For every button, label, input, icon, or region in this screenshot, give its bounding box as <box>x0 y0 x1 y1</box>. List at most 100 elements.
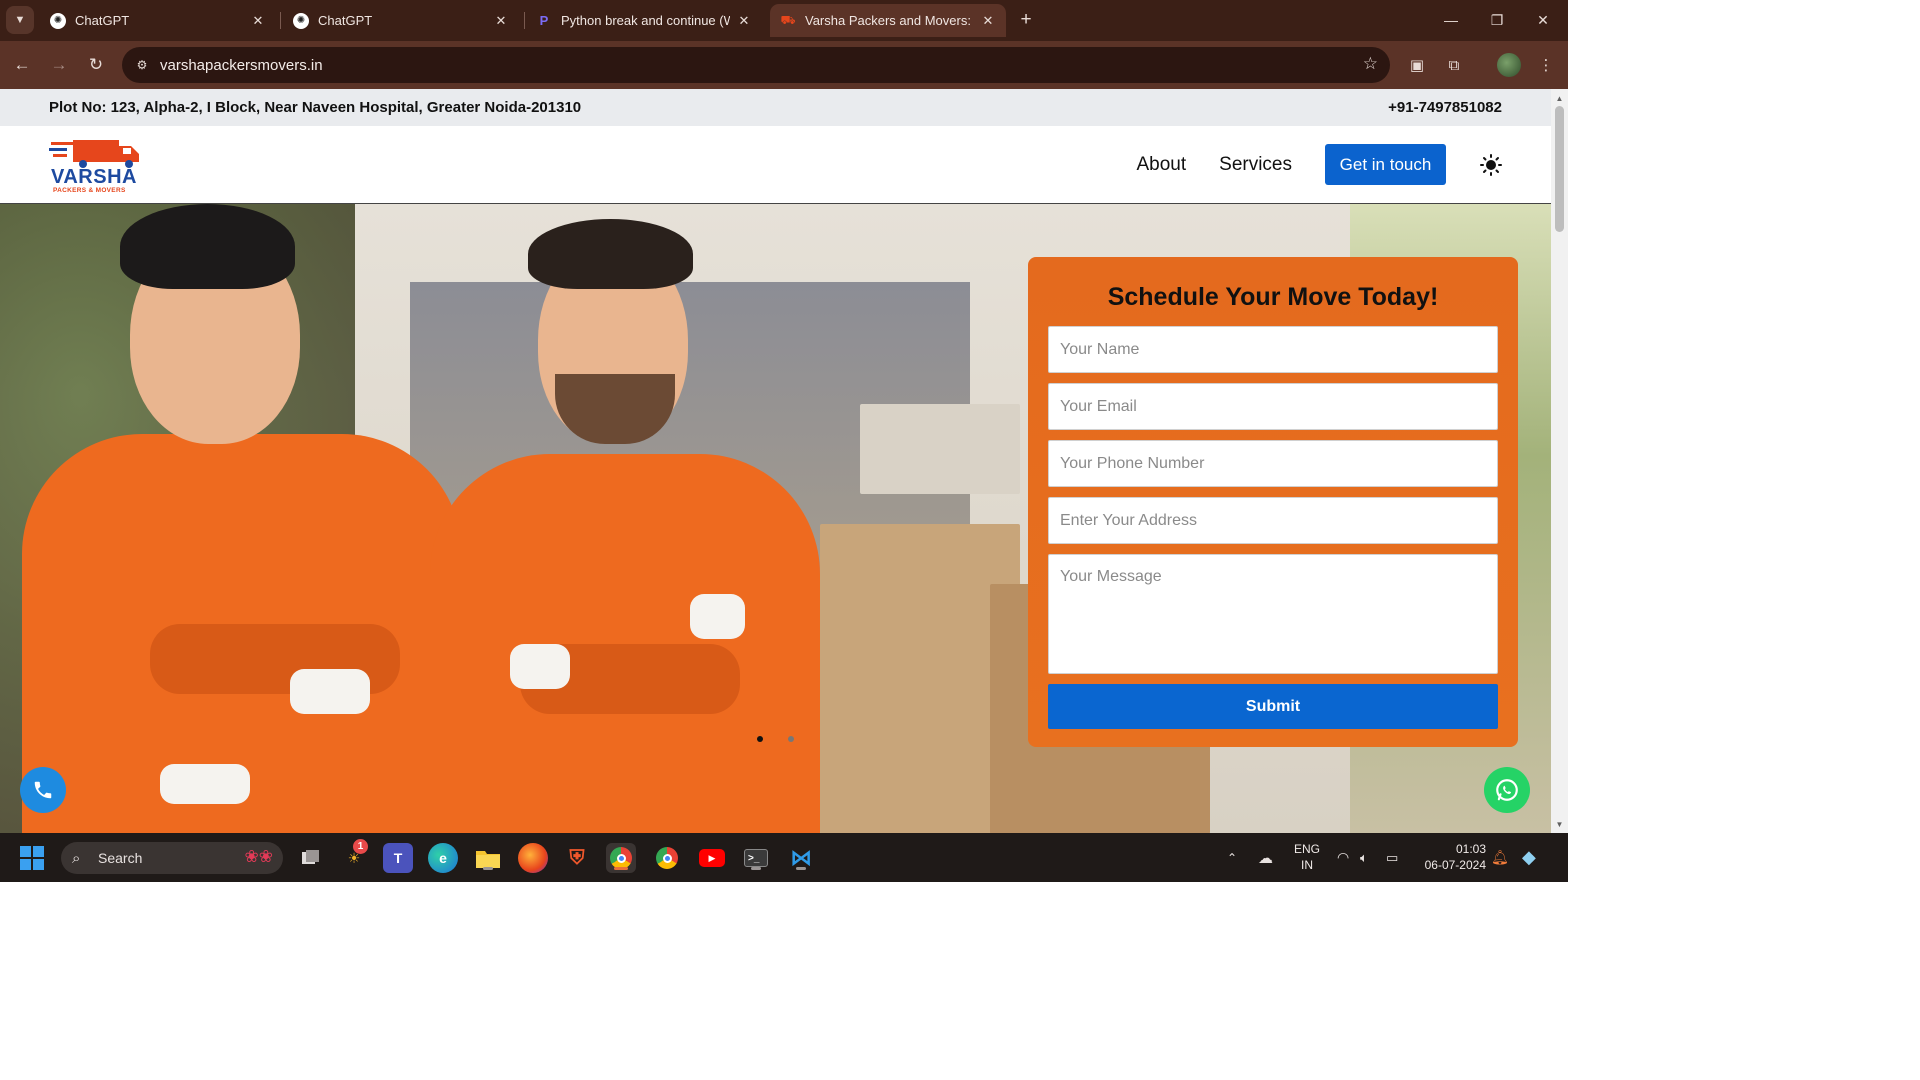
message-textarea[interactable] <box>1048 554 1498 674</box>
web-page: Plot No: 123, Alpha-2, I Block, Near Nav… <box>0 89 1551 833</box>
moving-truck-logo-icon <box>49 140 139 168</box>
notification-bell-icon[interactable]: 🔔︎ <box>1491 833 1509 882</box>
terminal-icon[interactable]: >_ <box>741 843 771 873</box>
close-tab-icon[interactable]: ✕ <box>493 13 509 29</box>
region-code: IN <box>1301 858 1313 872</box>
youtube-icon[interactable]: ▶ <box>697 843 727 873</box>
side-panel-icon[interactable]: ▣ <box>1405 53 1429 77</box>
phone-icon <box>34 781 52 799</box>
tab-search-chevron-icon[interactable]: ▼ <box>6 6 34 34</box>
carousel-dot-1[interactable] <box>757 736 763 742</box>
call-button[interactable] <box>20 767 66 813</box>
main-nav: About Services Get in touch <box>1136 126 1551 203</box>
vscode-icon[interactable]: ⋈ <box>786 843 816 873</box>
firefox-icon[interactable] <box>518 843 548 873</box>
widgets-weather-icon[interactable]: ☀ 1 <box>339 839 369 873</box>
wifi-icon[interactable]: ◠ <box>1337 833 1349 882</box>
extensions-puzzle-icon[interactable]: ⧉ <box>1442 53 1466 77</box>
profile-avatar[interactable] <box>1497 53 1521 77</box>
show-hidden-icons-chevron-up-icon[interactable]: ⌃ <box>1227 833 1237 882</box>
windows-start-icon[interactable] <box>20 846 44 870</box>
brave-icon[interactable]: ⛨ <box>562 843 592 873</box>
page-scrollbar[interactable]: ▲ ▼ <box>1551 89 1568 833</box>
speaker-muted-icon[interactable]: 🔈︎ <box>1360 833 1368 882</box>
logo-brand-text: VARSHA <box>51 166 137 188</box>
windows-taskbar: ⌕ Search ❀❀ ☀ 1 T e ⛨ ▶ >_ ⋈ ⌃ ☁ ENG IN … <box>0 833 1568 882</box>
site-logo[interactable]: VARSHA PACKERS & MOVERS <box>49 136 141 194</box>
phone-input[interactable] <box>1048 440 1498 487</box>
back-arrow-icon[interactable]: ← <box>9 52 35 78</box>
nav-about-link[interactable]: About <box>1136 154 1186 176</box>
file-explorer-icon[interactable] <box>473 843 503 873</box>
tab-title: ChatGPT <box>75 13 130 28</box>
taskbar-search-label: Search <box>98 850 143 866</box>
browser-tab-chatgpt-2[interactable]: ✺ ChatGPT ✕ <box>283 4 519 37</box>
tab-title: Python break and continue (Wit <box>561 13 730 28</box>
edge-icon[interactable]: e <box>428 843 458 873</box>
mover-person-right <box>420 204 840 833</box>
mover-person-left <box>0 204 480 833</box>
chatgpt-icon: ✺ <box>293 12 309 29</box>
address-bar[interactable]: ⚙ varshapackersmovers.in ☆ <box>122 47 1390 83</box>
running-indicator <box>483 867 493 870</box>
restore-icon[interactable]: ❐ <box>1474 8 1520 32</box>
close-tab-icon[interactable]: ✕ <box>736 13 752 29</box>
browser-tab-bar: ▼ ✺ ChatGPT ✕ ✺ ChatGPT ✕ P Python break… <box>0 0 1568 41</box>
tab-title: ChatGPT <box>318 13 373 28</box>
system-clock[interactable]: 01:03 06-07-2024 <box>1418 841 1486 873</box>
programiz-icon: P <box>539 13 549 28</box>
theme-toggle-sun-icon[interactable] <box>1480 153 1502 176</box>
get-in-touch-button[interactable]: Get in touch <box>1325 144 1446 185</box>
url-text[interactable]: varshapackersmovers.in <box>160 57 323 74</box>
contact-top-bar: Plot No: 123, Alpha-2, I Block, Near Nav… <box>0 89 1551 126</box>
browser-tab-varsha[interactable]: ⛟ Varsha Packers and Movers: Tru ✕ <box>770 4 1006 37</box>
task-view-icon[interactable] <box>296 843 326 873</box>
forward-arrow-icon[interactable]: → <box>46 52 72 78</box>
logo-tagline-text: PACKERS & MOVERS <box>53 187 126 194</box>
carousel-dot-2[interactable] <box>788 736 794 742</box>
scroll-up-arrow-icon[interactable]: ▲ <box>1551 91 1568 105</box>
copilot-icon[interactable]: ◆ <box>1522 833 1536 882</box>
taskbar-search-box[interactable]: ⌕ Search ❀❀ <box>61 842 283 874</box>
nav-services-link[interactable]: Services <box>1219 154 1292 176</box>
minimize-icon[interactable]: — <box>1428 8 1474 32</box>
teams-icon[interactable]: T <box>383 843 413 873</box>
hero-carousel: Schedule Your Move Today! Submit <box>0 203 1551 833</box>
running-indicator <box>796 867 806 870</box>
site-header: VARSHA PACKERS & MOVERS About Services G… <box>0 126 1551 203</box>
chrome-profile-icon[interactable] <box>652 843 682 873</box>
whatsapp-button[interactable] <box>1484 767 1530 813</box>
battery-icon[interactable]: ▭ <box>1386 833 1398 882</box>
browser-tab-python[interactable]: P Python break and continue (Wit ✕ <box>526 4 762 37</box>
onedrive-cloud-icon[interactable]: ☁ <box>1258 833 1273 882</box>
scrollbar-thumb[interactable] <box>1555 106 1564 232</box>
notification-badge: 1 <box>353 839 368 854</box>
bookmark-star-icon[interactable]: ☆ <box>1363 54 1378 74</box>
browser-menu-icon[interactable]: ⋮ <box>1534 53 1558 77</box>
language-indicator[interactable]: ENG IN <box>1291 841 1323 873</box>
chrome-icon-active[interactable] <box>606 843 636 873</box>
browser-toolbar: ← → ↻ ⚙ varshapackersmovers.in ☆ ▣ ⧉ ⋮ <box>0 41 1568 89</box>
close-tab-icon[interactable]: ✕ <box>980 13 996 29</box>
running-indicator <box>751 867 761 870</box>
schedule-move-form: Schedule Your Move Today! Submit <box>1028 257 1518 747</box>
form-title: Schedule Your Move Today! <box>1107 283 1439 311</box>
close-tab-icon[interactable]: ✕ <box>250 13 266 29</box>
close-window-icon[interactable]: ✕ <box>1520 8 1566 32</box>
clock-time: 01:03 <box>1455 842 1486 856</box>
submit-button[interactable]: Submit <box>1048 684 1498 729</box>
phone-link[interactable]: +91-7497851082 <box>1388 99 1502 116</box>
chatgpt-icon: ✺ <box>50 12 66 29</box>
address-input[interactable] <box>1048 497 1498 544</box>
language-code: ENG <box>1293 842 1320 856</box>
name-input[interactable] <box>1048 326 1498 373</box>
tab-separator <box>280 12 281 29</box>
tab-title: Varsha Packers and Movers: Tru <box>805 13 974 28</box>
search-highlight-flowers-icon: ❀❀ <box>244 847 274 866</box>
site-info-icon[interactable]: ⚙ <box>132 55 152 75</box>
browser-tab-chatgpt-1[interactable]: ✺ ChatGPT ✕ <box>40 4 276 37</box>
new-tab-plus-icon[interactable]: + <box>1014 8 1038 32</box>
scroll-down-arrow-icon[interactable]: ▼ <box>1551 817 1568 831</box>
email-input[interactable] <box>1048 383 1498 430</box>
reload-icon[interactable]: ↻ <box>83 52 109 78</box>
